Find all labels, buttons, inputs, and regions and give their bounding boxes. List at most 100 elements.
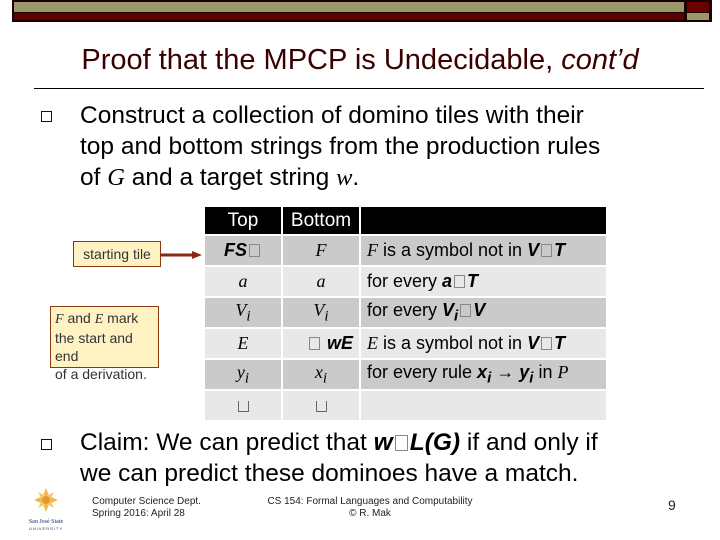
header-description xyxy=(361,207,606,234)
bullet-line: top and bottom strings from the producti… xyxy=(80,133,601,160)
text: is a symbol not in xyxy=(378,240,528,260)
table-row: yi xi for every rule xi → yi in P xyxy=(205,360,606,389)
cell-top: yi xyxy=(205,360,281,389)
cell-description: for every aT xyxy=(361,267,606,296)
table-row: FS F F is a symbol not in VT xyxy=(205,236,606,265)
slide-title-italic: cont’d xyxy=(561,44,639,76)
subscript: i xyxy=(487,369,492,387)
cell-description: for every Vi V xyxy=(361,298,606,327)
bullet-claim: Claim: We can predict that w L(G) if and … xyxy=(80,427,598,489)
text: V xyxy=(313,299,325,320)
text: V xyxy=(527,240,540,260)
text: and xyxy=(63,310,95,326)
cell-description: E is a symbol not in VT xyxy=(361,329,606,358)
text: T xyxy=(554,333,566,353)
math-w: w xyxy=(373,429,393,456)
text: if and only if xyxy=(460,429,598,456)
text: E xyxy=(237,333,249,353)
element-of-glyph-icon xyxy=(454,275,466,288)
bullet-icon xyxy=(41,111,52,122)
footer-dept: Computer Science Dept. Spring 2016: Apri… xyxy=(92,496,201,520)
math-L: L xyxy=(409,429,425,456)
header-square-maroon xyxy=(687,2,709,12)
bullet-line: Construct a collection of domino tiles w… xyxy=(80,102,584,129)
subscript: i xyxy=(322,370,328,387)
text: a xyxy=(442,271,453,291)
table-row: E wE E is a symbol not in VT xyxy=(205,329,606,358)
slide-title: Proof that the MPCP is Undecidable, cont… xyxy=(0,44,720,77)
footer-date-text: Spring 2016: April 28 xyxy=(92,508,185,519)
header-square-olive xyxy=(687,13,709,20)
bullet-icon xyxy=(41,439,52,450)
text: in xyxy=(533,362,558,383)
arrow-icon xyxy=(160,251,202,259)
text: P xyxy=(557,362,569,383)
callout-line: of a derivation. xyxy=(55,366,147,382)
callout-line: F and E mark xyxy=(55,309,154,329)
bullet-construct: Construct a collection of domino tiles w… xyxy=(80,100,600,193)
math-G: G xyxy=(107,164,125,191)
text: V xyxy=(235,299,247,320)
element-of-glyph-icon xyxy=(460,304,472,318)
missing-glyph-icon xyxy=(249,244,260,257)
text: x xyxy=(477,362,488,383)
sjsu-logo: San José State UNIVERSITY xyxy=(29,488,64,531)
blank-symbol-icon xyxy=(315,401,327,412)
callout-text: starting tile xyxy=(83,246,151,262)
cell-top: FS xyxy=(205,236,281,265)
table-row: a a for every aT xyxy=(205,267,606,296)
text: E xyxy=(94,312,104,327)
header-bottom: Bottom xyxy=(283,207,359,234)
callout-start-end-marks: F and E mark the start and end of a deri… xyxy=(50,306,159,382)
cell-bottom: F xyxy=(283,236,359,265)
cell-description xyxy=(361,391,606,420)
text: F xyxy=(367,240,378,260)
subscript: i xyxy=(454,307,459,325)
subscript: i xyxy=(244,370,250,387)
logo-text: San José State xyxy=(29,519,64,525)
footer-course: CS 154: Formal Languages and Computabili… xyxy=(250,496,490,520)
element-of-glyph-icon xyxy=(394,435,408,451)
missing-glyph-icon xyxy=(308,337,320,350)
text: of xyxy=(80,164,108,191)
union-glyph-icon xyxy=(541,337,553,350)
subscript: i xyxy=(324,308,329,325)
title-divider xyxy=(34,88,704,89)
header-bar-olive xyxy=(14,2,684,12)
cell-top: Vi xyxy=(205,298,281,327)
math-G: (G) xyxy=(424,429,461,456)
footer-author-text: © R. Mak xyxy=(349,508,391,519)
header-top: Top xyxy=(205,207,281,234)
table-row: Vi Vi for every Vi V xyxy=(205,298,606,327)
footer-course-text: CS 154: Formal Languages and Computabili… xyxy=(267,496,473,507)
text: for every xyxy=(367,300,443,321)
text: is a symbol not in xyxy=(378,333,528,353)
text: x xyxy=(314,361,323,382)
slide-title-text: Proof that the MPCP is Undecidable, xyxy=(81,44,562,76)
text: V xyxy=(473,300,486,321)
callout-line: the start and end xyxy=(55,330,133,364)
text: V xyxy=(442,300,455,321)
text: a xyxy=(238,271,248,291)
text: y xyxy=(519,362,530,383)
bullet-line: we can predict these dominoes have a mat… xyxy=(80,460,579,487)
bullet-line: Claim: We can predict that w L(G) if and … xyxy=(80,427,598,458)
cell-bottom xyxy=(283,391,359,420)
text: wE xyxy=(326,333,353,353)
domino-table: Top Bottom FS F F is a symbol not in VT … xyxy=(203,205,608,422)
cell-top: E xyxy=(205,329,281,358)
text: for every xyxy=(367,271,443,291)
svg-text:UNIVERSITY: UNIVERSITY xyxy=(29,526,63,531)
text: V xyxy=(527,333,540,353)
cell-top xyxy=(205,391,281,420)
cell-description: for every rule xi → yi in P xyxy=(361,360,606,389)
table-header-row: Top Bottom xyxy=(205,207,606,234)
text: T xyxy=(467,271,479,291)
text: for every rule xyxy=(367,362,478,383)
cell-bottom: wE xyxy=(283,329,359,358)
cell-top: a xyxy=(205,267,281,296)
text: y xyxy=(236,361,245,382)
page-number: 9 xyxy=(668,497,676,513)
text: F xyxy=(315,240,327,260)
text: a xyxy=(316,271,326,291)
